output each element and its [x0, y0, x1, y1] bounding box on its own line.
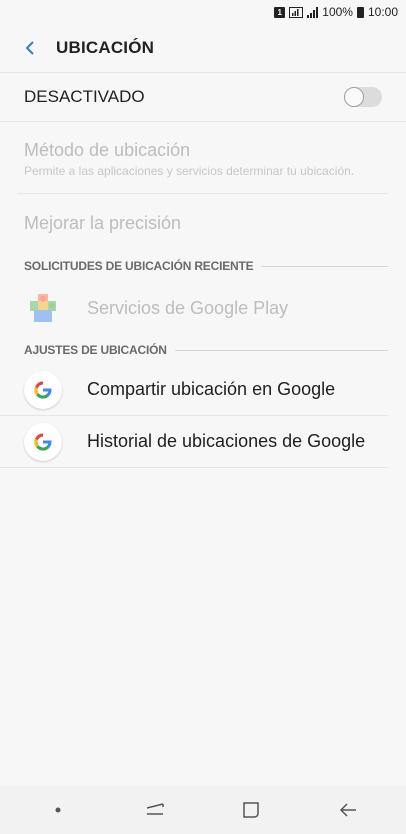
location-method-subtitle: Permite a las aplicaciones y servicios d…	[24, 164, 355, 178]
toggle-knob	[344, 87, 364, 107]
dot-icon[interactable]	[38, 790, 78, 830]
section-header-label: AJUSTES DE UBICACIÓN	[24, 343, 167, 357]
location-method-item: Método de ubicación Permite a las aplica…	[18, 122, 388, 194]
back-arrow-icon[interactable]	[328, 790, 368, 830]
app-bar: UBICACIÓN	[0, 24, 406, 72]
recent-request-label: Servicios de Google Play	[87, 297, 289, 318]
home-icon[interactable]	[231, 790, 271, 830]
location-history-label: Historial de ubicaciones de Google	[87, 431, 366, 451]
recent-request-google-play-services: Servicios de Google Play	[0, 280, 388, 336]
back-chevron-icon[interactable]	[18, 36, 42, 60]
master-switch-label: DESACTIVADO	[24, 87, 145, 106]
section-divider	[261, 265, 388, 267]
battery-percent: 100%	[322, 5, 353, 19]
location-master-switch-row[interactable]: DESACTIVADO	[0, 72, 406, 122]
location-toggle[interactable]	[344, 87, 382, 107]
recents-icon[interactable]	[135, 790, 175, 830]
battery-icon	[356, 6, 364, 18]
google-g-icon	[24, 422, 62, 461]
improve-precision-item: Mejorar la precisión	[24, 212, 182, 233]
signal-icon	[289, 6, 304, 18]
navigation-bar	[0, 786, 406, 834]
status-bar: 1 100% 10:00	[0, 0, 406, 24]
location-settings-header: AJUSTES DE UBICACIÓN	[0, 336, 406, 364]
google-play-services-icon	[24, 289, 62, 327]
page-title: UBICACIÓN	[56, 38, 155, 57]
cell-signal-icon	[307, 6, 319, 18]
section-header-label: SOLICITUDES DE UBICACIÓN RECIENTE	[24, 259, 254, 273]
google-g-icon	[24, 370, 62, 409]
google-location-history-item[interactable]: Historial de ubicaciones de Google	[0, 416, 388, 468]
location-method-title: Método de ubicación	[24, 140, 191, 160]
clock: 10:00	[367, 5, 398, 19]
recent-requests-header: SOLICITUDES DE UBICACIÓN RECIENTE	[0, 252, 406, 280]
sim-card-icon: 1	[274, 6, 286, 18]
share-location-google-item[interactable]: Compartir ubicación en Google	[0, 364, 388, 416]
section-divider	[174, 349, 388, 351]
share-location-label: Compartir ubicación en Google	[87, 379, 336, 399]
